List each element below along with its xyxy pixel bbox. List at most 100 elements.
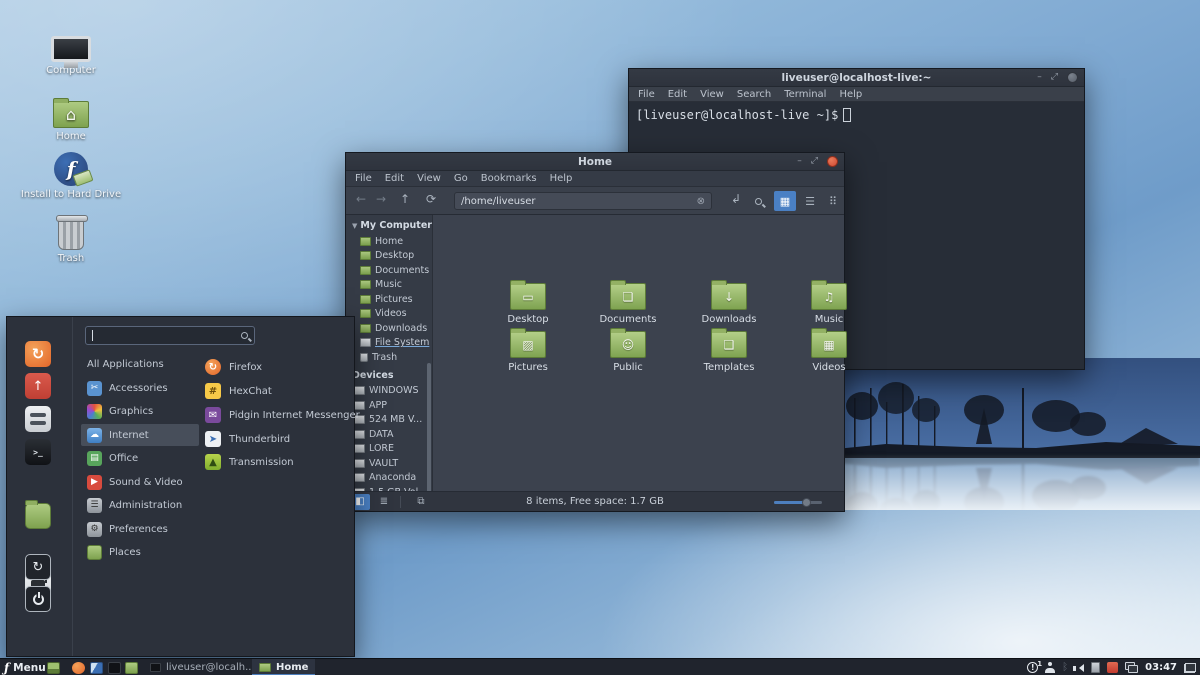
app-firefox[interactable]: ↻ Firefox <box>199 356 355 378</box>
category-internet[interactable]: ☁ Internet <box>81 424 199 446</box>
bluetooth-icon[interactable]: ᛒ <box>1062 662 1068 673</box>
compact-view-button[interactable]: ⠿ <box>822 191 844 211</box>
logout-icon[interactable]: ↻ <box>25 554 51 580</box>
app-pidgin[interactable]: ✉ Pidgin Internet Messenger <box>199 404 360 426</box>
sidebar-device-anaconda[interactable]: Anaconda <box>346 471 432 486</box>
close-icon[interactable] <box>1067 72 1078 83</box>
sidebar-scrollbar[interactable] <box>427 363 431 491</box>
category-administration[interactable]: ☰ Administration <box>81 494 199 516</box>
menu-help[interactable]: Help <box>839 89 862 100</box>
menu-view[interactable]: View <box>700 89 724 100</box>
folder-downloads[interactable]: ↓ Downloads <box>679 280 779 325</box>
window-list-icon[interactable] <box>1184 662 1196 673</box>
software-updater-icon[interactable]: ↑ <box>25 373 51 399</box>
menu-file[interactable]: File <box>355 173 372 184</box>
folder-public[interactable]: ☺ Public <box>578 328 678 373</box>
desktop-icon-install[interactable]: f Install to Hard Drive <box>16 148 126 200</box>
settings-icon[interactable] <box>25 406 51 432</box>
terminal-icon[interactable]: >_ <box>25 439 51 465</box>
sidebar-item-file-system[interactable]: File System <box>346 336 432 351</box>
back-icon[interactable]: ← <box>356 193 366 205</box>
category-sound-video[interactable]: ▶ Sound & Video <box>81 471 199 493</box>
folder-documents[interactable]: ❏ Documents <box>578 280 678 325</box>
menu-go[interactable]: Go <box>454 173 468 184</box>
desktop-icon-trash[interactable]: Trash <box>16 212 126 264</box>
sidebar-item-pictures[interactable]: Pictures <box>346 292 432 307</box>
sidebar-item-music[interactable]: Music <box>346 278 432 293</box>
menu-search-input[interactable] <box>85 326 255 345</box>
task-home[interactable]: Home <box>252 659 316 675</box>
files-launcher[interactable] <box>125 659 138 675</box>
search-icon[interactable] <box>755 195 762 207</box>
zoom-slider-handle[interactable] <box>802 498 811 507</box>
desktop-icon-home[interactable]: ⌂ Home <box>16 90 126 142</box>
refresh-icon[interactable]: ⟳ <box>426 193 436 205</box>
forward-icon[interactable]: → <box>376 193 386 205</box>
sidebar-device-lore[interactable]: LORE <box>346 442 432 457</box>
shutdown-icon[interactable] <box>25 586 51 612</box>
removable-media-icon[interactable] <box>1091 662 1101 673</box>
category-preferences[interactable]: ⚙ Preferences <box>81 518 199 540</box>
category-all-applications[interactable]: All Applications <box>81 353 199 375</box>
folder-pictures[interactable]: ▨ Pictures <box>478 328 578 373</box>
app-hexchat[interactable]: # HexChat <box>199 380 355 402</box>
minimize-icon[interactable]: – <box>797 157 802 166</box>
firefox-launcher[interactable] <box>72 659 85 675</box>
tray-app-icon[interactable] <box>1107 662 1119 673</box>
category-graphics[interactable]: Graphics <box>81 400 199 422</box>
firefox-icon[interactable]: ↻ <box>25 341 51 367</box>
file-manager-titlebar[interactable]: Home – ⤢ <box>346 153 844 171</box>
maximize-icon[interactable]: ⤢ <box>1051 73 1058 82</box>
folder-desktop[interactable]: ▭ Desktop <box>478 280 578 325</box>
app-transmission[interactable]: ▲ Transmission <box>199 451 355 473</box>
notifications-icon[interactable]: ! 1 <box>1027 660 1042 673</box>
terminal-launcher[interactable] <box>108 659 121 675</box>
location-bar[interactable]: /home/liveuser ⊗ <box>454 192 712 210</box>
volume-icon[interactable] <box>1073 663 1085 672</box>
maximize-icon[interactable]: ⤢ <box>811 157 818 166</box>
sidebar-item-downloads[interactable]: Downloads <box>346 321 432 336</box>
list-view-button[interactable]: ☰ <box>799 191 821 211</box>
task-terminal[interactable]: liveuser@localh... <box>143 659 262 675</box>
sidebar-item-trash[interactable]: Trash <box>346 350 432 365</box>
menu-file[interactable]: File <box>638 89 655 100</box>
category-accessories[interactable]: ✂ Accessories <box>81 377 199 399</box>
sidebar-section-header[interactable]: ▼ My Computer <box>346 215 432 234</box>
sidebar-device-windows[interactable]: WINDOWS <box>346 384 432 399</box>
sidebar-item-home[interactable]: Home <box>346 234 432 249</box>
folder-view[interactable]: ▭ Desktop ❏ Documents ↓ Downloads ♫ Musi… <box>433 215 847 491</box>
menu-button[interactable]: ƒ Menu <box>4 659 46 675</box>
grid-view-button[interactable]: ▦ <box>774 191 796 211</box>
folder-videos[interactable]: ▦ Videos <box>779 328 879 373</box>
files-icon[interactable] <box>25 500 51 529</box>
menu-edit[interactable]: Edit <box>385 173 404 184</box>
app-thunderbird[interactable]: ➤ Thunderbird <box>199 428 355 450</box>
desktop-icon-computer[interactable]: Computer <box>16 24 126 76</box>
clear-path-icon[interactable]: ⊗ <box>697 196 705 207</box>
folder-music[interactable]: ♫ Music <box>779 280 879 325</box>
zoom-slider[interactable] <box>774 498 822 507</box>
sidebar-device-vault[interactable]: VAULT <box>346 456 432 471</box>
clock[interactable]: 03:47 <box>1145 662 1177 673</box>
text-editor-launcher[interactable] <box>90 659 103 675</box>
up-icon[interactable]: ↑ <box>400 193 410 205</box>
user-applet-icon[interactable] <box>1045 662 1056 673</box>
category-places[interactable]: Places <box>81 541 199 563</box>
show-desktop-button[interactable] <box>47 659 60 675</box>
close-icon[interactable] <box>827 156 838 167</box>
sidebar-item-documents[interactable]: Documents <box>346 263 432 278</box>
menu-view[interactable]: View <box>417 173 441 184</box>
terminal-output[interactable]: [liveuser@localhost-live ~]$ <box>629 102 1084 122</box>
menu-bookmarks[interactable]: Bookmarks <box>481 173 537 184</box>
terminal-titlebar[interactable]: liveuser@localhost-live:~ – ⤢ <box>629 69 1084 87</box>
sidebar-item-videos[interactable]: Videos <box>346 307 432 322</box>
toggle-location-entry-icon[interactable]: ↲ <box>731 193 741 205</box>
network-icon[interactable] <box>1125 662 1139 673</box>
minimize-icon[interactable]: – <box>1037 73 1042 82</box>
sidebar-item-desktop[interactable]: Desktop <box>346 249 432 264</box>
menu-edit[interactable]: Edit <box>668 89 687 100</box>
sidebar-device-data[interactable]: DATA <box>346 427 432 442</box>
menu-help[interactable]: Help <box>550 173 573 184</box>
menu-search[interactable]: Search <box>737 89 771 100</box>
menu-terminal[interactable]: Terminal <box>784 89 826 100</box>
